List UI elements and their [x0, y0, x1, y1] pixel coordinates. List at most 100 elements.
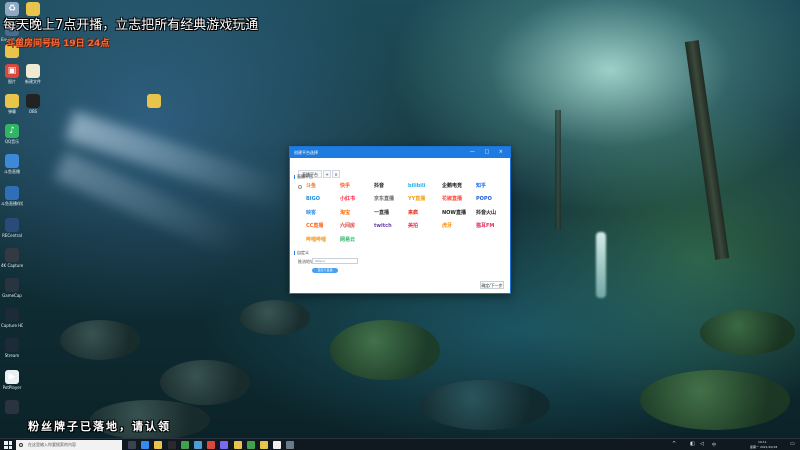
desktop-icon[interactable]: ▶ PotPlayer — [1, 370, 23, 390]
desktop-icon-label: 斗鱼直播伴侣 — [1, 201, 23, 206]
desktop-icon[interactable]: GameCap — [1, 278, 23, 298]
platform-option[interactable]: 京东直播 — [374, 195, 402, 204]
app-icon[interactable] — [273, 441, 282, 449]
desktop-icon-label: QQ音乐 — [4, 139, 20, 144]
desktop-icon[interactable]: Stream — [1, 338, 23, 358]
desktop-icon[interactable]: OBS — [22, 94, 44, 114]
platform-option[interactable]: 快手 — [340, 182, 368, 191]
app-icon[interactable] — [233, 441, 242, 449]
desktop-icon[interactable]: 新建文件 — [22, 64, 44, 84]
desktop-icon-label: 4K Capture Utility — [1, 263, 23, 268]
desktop-icon-label: Capture HD — [1, 323, 23, 328]
network-icon[interactable]: ◧ — [690, 442, 695, 447]
platform-option[interactable]: NOW直播 — [442, 209, 470, 218]
platform-option[interactable]: twitch — [374, 222, 402, 231]
app-icon[interactable] — [286, 441, 295, 449]
desktop-icon-label: Stream — [4, 353, 20, 358]
platform-option[interactable]: 猫耳FM — [476, 222, 504, 231]
app-icon[interactable] — [260, 441, 268, 449]
desktop-icon[interactable]: ♪ QQ音乐 — [1, 124, 23, 144]
platform-option[interactable]: 花椒直播 — [442, 195, 470, 204]
notification-icon[interactable]: ▭ — [790, 442, 795, 447]
window-controls[interactable]: — □ × — [470, 147, 507, 158]
platform-option[interactable]: CC直播 — [306, 222, 334, 231]
rock — [700, 310, 795, 355]
search-placeholder: 在这里输入你要搜索的内容 — [28, 442, 76, 447]
taskbar: 在这里输入你要搜索的内容 ^ ◧ ◁ 中 19:11 星期一 2021/10/1… — [0, 438, 800, 450]
platform-option[interactable]: 抖音火山 — [476, 209, 504, 218]
store-icon[interactable] — [194, 441, 202, 449]
explorer-icon[interactable] — [154, 441, 163, 449]
app-icon — [5, 278, 19, 292]
music-icon: ♪ — [5, 124, 19, 138]
desktop-icon-label: 斗鱼直播 — [4, 169, 20, 174]
chrome-icon[interactable] — [180, 441, 189, 449]
platform-option[interactable]: 企鹅电竞 — [442, 182, 470, 191]
platform-option[interactable]: 网易云 — [340, 236, 368, 245]
desktop-icon[interactable] — [143, 94, 165, 109]
dialog-titlebar[interactable]: 创建平台选择 — □ × — [290, 147, 510, 158]
desktop-icon[interactable]: 斗鱼直播 — [1, 154, 23, 174]
rock — [240, 300, 310, 335]
desktop-icon[interactable]: 弹幕 — [1, 94, 23, 114]
desktop-icon[interactable]: 4K Capture Utility — [1, 248, 23, 268]
rock — [640, 370, 790, 430]
tab-add-button[interactable]: + — [323, 170, 331, 178]
next-button[interactable]: 确定/下一步 — [480, 281, 504, 289]
waterfall — [596, 232, 606, 298]
tray-chevron-icon[interactable]: ^ — [672, 442, 677, 447]
desktop-icon[interactable]: 斗鱼直播伴侣 — [1, 186, 23, 206]
clock-date[interactable]: 星期一 2021/10/18 — [750, 445, 777, 449]
platform-option[interactable]: 美拍 — [408, 222, 436, 231]
platform-option[interactable]: 一直播 — [374, 209, 402, 218]
app-icon — [5, 248, 19, 262]
platform-option[interactable]: 哔哩哔哩 — [306, 236, 334, 245]
platform-option[interactable]: 映客 — [306, 209, 334, 218]
app-icon — [5, 218, 19, 232]
platform-radio[interactable] — [298, 185, 302, 189]
desktop-icon[interactable] — [1, 400, 23, 415]
file-icon — [5, 94, 19, 108]
obs-icon[interactable] — [167, 441, 176, 449]
windows-start-icon[interactable] — [4, 441, 12, 449]
platform-option[interactable]: 知乎 — [476, 182, 504, 191]
desktop-icon-label: 弹幕 — [8, 109, 16, 114]
desktop-icon-label: OBS — [28, 109, 38, 114]
stream-overlay-title: 每天晚上7点开播，立志把所有经典游戏玩通 — [3, 18, 259, 33]
tree-trunk — [684, 40, 730, 260]
task-view-icon[interactable] — [128, 441, 136, 449]
rock — [330, 320, 440, 380]
volume-icon[interactable]: ◁ — [700, 442, 705, 447]
desktop-icon[interactable]: Capture HD — [1, 308, 23, 328]
edge-icon[interactable] — [141, 441, 150, 449]
platform-option[interactable]: 小红书 — [340, 195, 368, 204]
tab-close-button[interactable]: × — [332, 170, 340, 178]
image-icon: ▣ — [5, 64, 19, 78]
platform-option[interactable]: 来疯 — [408, 209, 436, 218]
platform-option[interactable]: BIGO — [306, 195, 334, 204]
file-icon — [26, 64, 40, 78]
clock-time[interactable]: 19:11 — [758, 440, 767, 444]
platform-option[interactable]: 斗鱼 — [306, 182, 334, 191]
platform-option[interactable]: 虎牙 — [442, 222, 470, 231]
platform-option[interactable]: POPO — [476, 195, 504, 204]
custom-live-button[interactable]: 自定义直播 — [312, 268, 338, 273]
platform-option[interactable]: 抖音 — [374, 182, 402, 191]
desktop-icon-label: PotPlayer — [2, 385, 22, 390]
taskbar-search-box[interactable]: 在这里输入你要搜索的内容 — [16, 440, 122, 450]
push-url-input[interactable] — [312, 258, 358, 264]
desktop-icon[interactable]: ▣ 图片 — [1, 64, 23, 84]
platform-option[interactable]: 淘宝 — [340, 209, 368, 218]
dialog-title: 创建平台选择 — [294, 150, 318, 155]
platform-option[interactable]: YY直播 — [408, 195, 436, 204]
app-icon — [5, 186, 19, 200]
platform-option[interactable]: bilibili — [408, 182, 436, 191]
app-icon[interactable] — [246, 441, 255, 449]
app-icon[interactable] — [220, 441, 229, 449]
tray-language[interactable]: 中 — [712, 442, 716, 448]
desktop-icon-label: 新建文件 — [25, 79, 41, 84]
platform-option[interactable]: 六间房 — [340, 222, 368, 231]
app-icon[interactable] — [207, 441, 216, 449]
desktop-icon[interactable]: RECentral — [1, 218, 23, 238]
section-platforms-label: 直播平台 — [294, 174, 313, 179]
